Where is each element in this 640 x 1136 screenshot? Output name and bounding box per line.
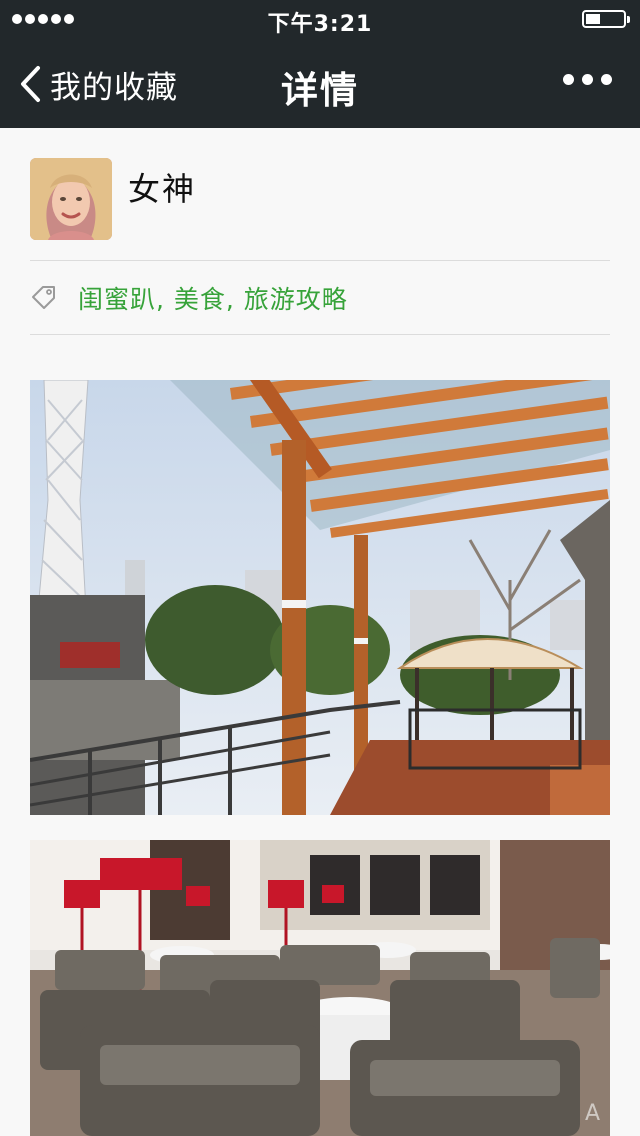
status-time: 下午3:21	[267, 12, 373, 37]
top-bar: 下午3:21 我的收藏 详情	[0, 0, 640, 128]
detail-content: 女神 闺蜜趴, 美食, 旅游攻略 A	[0, 128, 640, 1136]
avatar[interactable]	[30, 158, 112, 240]
status-bar: 下午3:21	[0, 0, 640, 40]
divider	[30, 260, 610, 261]
more-dots-icon	[563, 74, 574, 85]
svg-text:A: A	[585, 1101, 600, 1126]
tag-list[interactable]: 闺蜜趴, 美食, 旅游攻略	[78, 280, 348, 316]
divider	[30, 334, 610, 335]
profile-name: 女神	[128, 170, 197, 208]
terrace-photo[interactable]	[30, 380, 610, 815]
battery-icon	[582, 10, 630, 28]
page-title: 详情	[281, 69, 359, 112]
lounge-photo[interactable]: A	[30, 840, 610, 1136]
navigation-bar: 我的收藏 详情	[0, 40, 640, 128]
more-options-button[interactable]	[563, 74, 612, 85]
tag-icon	[32, 286, 55, 309]
